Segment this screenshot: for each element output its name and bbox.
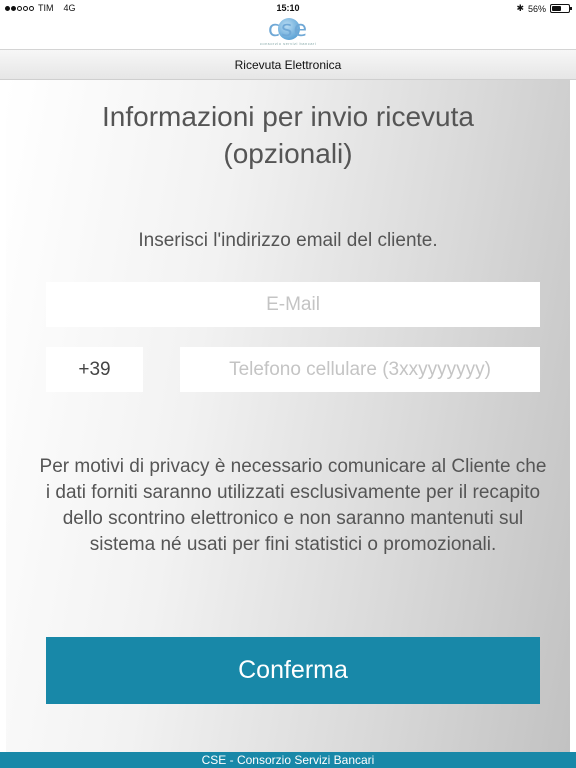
privacy-notice: Per motivi di privacy è necessario comun… bbox=[39, 456, 547, 555]
receipt-form: Informazioni per invio ricevuta (opziona… bbox=[6, 80, 570, 752]
logo-subtext: consorzio servizi bancari bbox=[259, 41, 317, 46]
phone-prefix-field[interactable] bbox=[46, 347, 143, 392]
logo-text: CSE bbox=[267, 17, 309, 42]
form-heading: Informazioni per invio ricevuta (opziona… bbox=[6, 98, 570, 172]
battery-fill bbox=[552, 6, 561, 11]
footer: CSE - Consorzio Servizi Bancari bbox=[0, 752, 576, 768]
heading-line-1: Informazioni per invio ricevuta bbox=[102, 101, 474, 132]
email-field[interactable] bbox=[46, 282, 540, 327]
clock: 15:10 bbox=[276, 3, 300, 13]
status-right: ✱ 56% bbox=[516, 3, 572, 14]
cse-logo: CSE consorzio servizi bancari bbox=[258, 17, 318, 48]
app-header: CSE consorzio servizi bancari bbox=[0, 16, 576, 49]
status-bar: TIM 4G 15:10 ✱ 56% bbox=[0, 0, 576, 16]
phone-field[interactable] bbox=[180, 347, 540, 392]
page-title: Ricevuta Elettronica bbox=[0, 49, 576, 80]
battery-percent: 56% bbox=[527, 3, 546, 14]
battery-icon bbox=[550, 4, 572, 13]
bluetooth-icon: ✱ bbox=[516, 3, 524, 13]
heading-line-2: (opzionali) bbox=[223, 138, 353, 169]
email-instruction: Inserisci l'indirizzo email del cliente. bbox=[138, 230, 438, 251]
confirm-button[interactable]: Conferma bbox=[46, 637, 540, 704]
